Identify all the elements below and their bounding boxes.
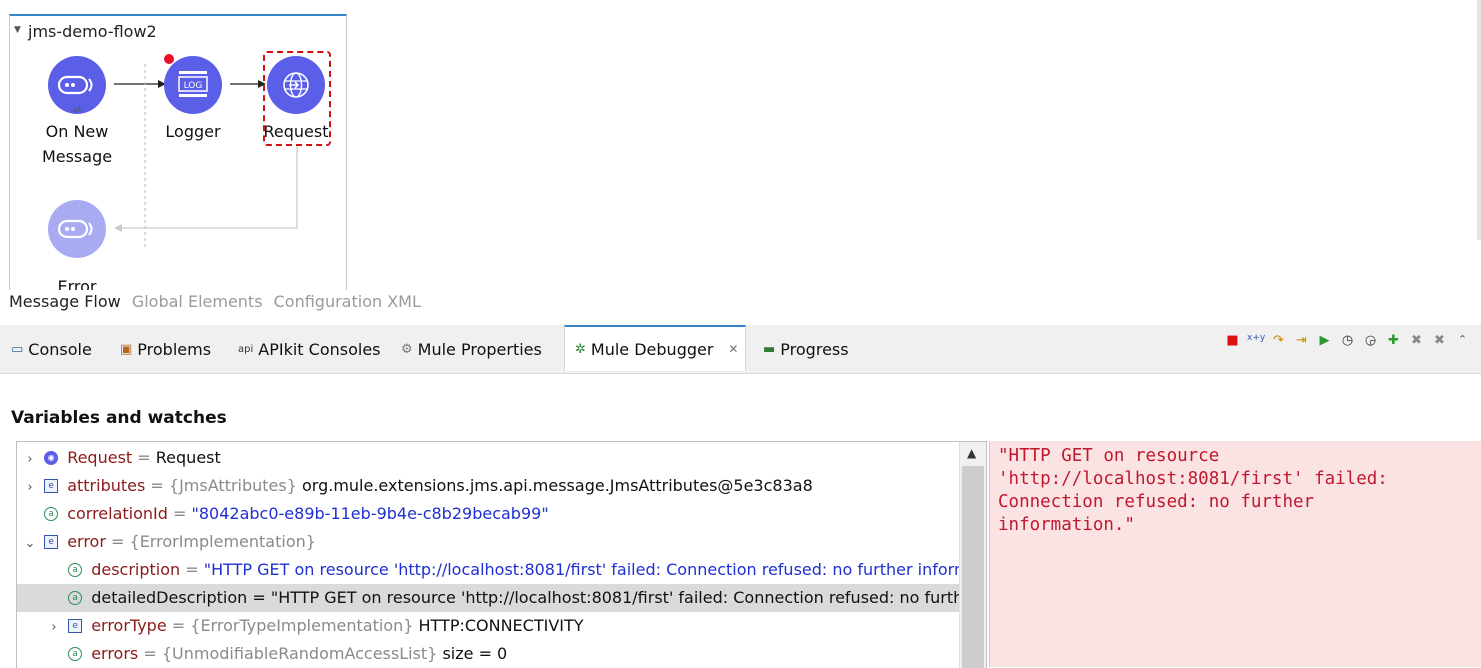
tree-row-description[interactable]: a description = "HTTP GET on resource 'h… [17, 556, 959, 584]
value-detail-pane[interactable]: "HTTP GET on resource 'http://localhost:… [989, 441, 1481, 667]
evaluate-expression-icon[interactable]: x+y [1247, 333, 1265, 348]
clock-icon[interactable]: ◷ [1339, 333, 1356, 348]
debugger-bug-icon: ✲ [575, 341, 586, 357]
progress-icon: ▬ [763, 341, 776, 357]
debugger-toolbar: ■ x+y ↷ ⇥ ▶ ◷ ◶ ✚ ✖ ✖ ⌃ [1224, 333, 1471, 348]
http-request-globe-icon [283, 72, 309, 98]
tab-console[interactable]: ▭ Console [11, 325, 92, 373]
tree-row-detailed-description[interactable]: a detailedDescription = "HTTP GET on res… [17, 584, 959, 612]
resume-icon[interactable]: ▶ [1316, 333, 1333, 348]
properties-icon: ⚙ [401, 341, 413, 357]
tab-mule-properties[interactable]: ⚙ Mule Properties [401, 325, 542, 373]
tab-progress[interactable]: ▬ Progress [763, 325, 849, 373]
tree-row-correlation-id[interactable]: a correlationId = "8042abc0-e89b-11eb-9b… [17, 500, 959, 528]
api-icon: api [238, 343, 254, 355]
problems-icon: ▣ [120, 341, 133, 357]
expand-icon[interactable]: › [23, 446, 37, 472]
panel-tab-bar: ▭ Console ▣ Problems api APIkit Consoles… [0, 325, 1481, 374]
attribute-icon: a [44, 506, 59, 521]
tab-message-flow[interactable]: Message Flow [9, 292, 121, 311]
object-icon: e [44, 478, 59, 493]
jms-error-icon [57, 219, 93, 239]
breakpoint-marker[interactable] [164, 54, 174, 64]
stop-icon[interactable]: ■ [1224, 333, 1241, 348]
flow-container[interactable]: ▼ jms-demo-flow2 ⇌ On New Message LOG Lo… [9, 14, 347, 290]
logger-label: Logger [165, 122, 221, 141]
variables-tree[interactable]: › ◉ Request = Request › e attributes = {… [16, 441, 987, 668]
source-sync-icon: ⇌ [73, 105, 82, 116]
close-tab-icon[interactable]: ✕ [728, 342, 738, 356]
collapse-icon[interactable]: ⌄ [23, 530, 37, 556]
logger-icon: LOG [178, 71, 208, 97]
flow-canvas[interactable]: ▼ jms-demo-flow2 ⇌ On New Message LOG Lo… [0, 0, 1481, 325]
object-icon: e [44, 534, 59, 549]
editor-tabs: Message Flow Global Elements Configurati… [9, 292, 427, 311]
tab-configuration-xml[interactable]: Configuration XML [274, 292, 421, 311]
attribute-icon: a [68, 590, 83, 605]
jms-listener-icon [57, 75, 93, 95]
variables-watches-title: Variables and watches [11, 408, 227, 428]
scrollbar-thumb[interactable] [962, 466, 984, 668]
expand-icon[interactable]: › [23, 474, 37, 500]
on-new-message-label: On New Message [41, 122, 113, 166]
object-icon: e [68, 618, 83, 633]
request-node[interactable] [267, 56, 325, 114]
tree-row-errors[interactable]: a errors = {UnmodifiableRandomAccessList… [17, 640, 959, 668]
attribute-icon: a [68, 646, 83, 661]
tree-row-error[interactable]: ⌄ e error = {ErrorImplementation} [17, 528, 959, 556]
tab-apikit-consoles[interactable]: api APIkit Consoles [238, 325, 381, 373]
value-detail-text: "HTTP GET on resource 'http://localhost:… [998, 446, 1388, 535]
scroll-up-icon[interactable]: ▲ [967, 446, 976, 460]
add-icon[interactable]: ✚ [1385, 333, 1402, 348]
attribute-icon: a [68, 562, 83, 577]
step-into-icon[interactable]: ⇥ [1293, 333, 1310, 348]
request-label: Request [263, 122, 329, 141]
step-over-icon[interactable]: ↷ [1270, 333, 1287, 348]
error-label: Error [57, 277, 97, 290]
logger-node[interactable]: LOG [164, 56, 222, 114]
canvas-scrollbar[interactable] [1477, 0, 1481, 240]
tab-global-elements[interactable]: Global Elements [132, 292, 263, 311]
tree-row-error-type[interactable]: › e errorType = {ErrorTypeImplementation… [17, 612, 959, 640]
chevron-icon[interactable]: ⌃ [1454, 333, 1471, 348]
bottom-panel: ▭ Console ▣ Problems api APIkit Consoles… [0, 325, 1481, 668]
remove-icon[interactable]: ✖ [1408, 333, 1425, 348]
expand-icon[interactable]: › [47, 614, 61, 640]
tab-problems[interactable]: ▣ Problems [120, 325, 211, 373]
clock-run-icon[interactable]: ◶ [1362, 333, 1379, 348]
console-icon: ▭ [11, 341, 24, 357]
svg-text:LOG: LOG [184, 81, 203, 91]
request-variable-icon: ◉ [44, 450, 59, 465]
tree-scrollbar[interactable]: ▲ [959, 442, 986, 668]
tree-row-attributes[interactable]: › e attributes = {JmsAttributes} org.mul… [17, 472, 959, 500]
tree-row-request[interactable]: › ◉ Request = Request [17, 444, 959, 472]
tab-mule-debugger[interactable]: ✲ Mule Debugger ✕ [564, 325, 746, 371]
remove-all-icon[interactable]: ✖ [1431, 333, 1448, 348]
error-handler-node[interactable] [48, 200, 106, 258]
